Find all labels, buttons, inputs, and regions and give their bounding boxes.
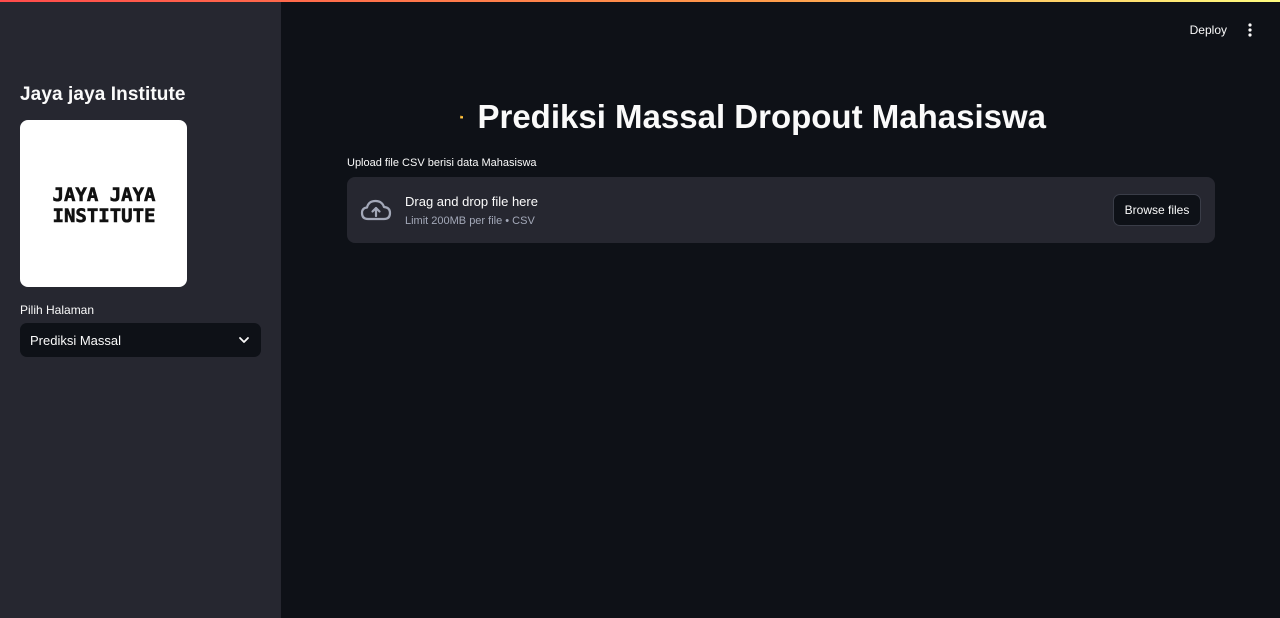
page-title: Prediksi Massal Dropout Mahasiswa xyxy=(477,98,1046,135)
jaya-jaya-institute-logo: JAYA JAYA INSTITUTE xyxy=(44,181,163,226)
main-menu-button[interactable] xyxy=(1240,20,1260,40)
page-heading: Prediksi Massal Dropout Mahasiswa xyxy=(460,98,1046,136)
chevron-down-icon xyxy=(239,337,249,343)
institute-logo: JAYA JAYA INSTITUTE xyxy=(20,120,187,287)
upload-label: Upload file CSV berisi data Mahasiswa xyxy=(347,157,537,169)
browse-files-button[interactable]: Browse files xyxy=(1113,194,1201,226)
sidebar-title: Jaya jaya Institute xyxy=(20,84,186,105)
page-select-label: Pilih Halaman xyxy=(20,303,95,317)
logo-line-2: INSTITUTE xyxy=(52,205,155,226)
dropzone-limit-text: Limit 200MB per file • CSV xyxy=(405,215,535,227)
deploy-button[interactable]: Deploy xyxy=(1190,20,1227,40)
dropzone-instructions: Drag and drop file here xyxy=(405,194,538,209)
vertical-dots-icon xyxy=(1248,23,1252,37)
logo-line-1: JAYA JAYA xyxy=(52,184,156,206)
main-content: Deploy Prediksi Massal Dropout Mahasiswa… xyxy=(281,0,1280,618)
page-select[interactable]: Prediksi Massal xyxy=(20,323,261,357)
file-dropzone[interactable]: Drag and drop file here Limit 200MB per … xyxy=(347,177,1215,243)
top-decoration-bar xyxy=(0,0,1280,2)
page-select-value: Prediksi Massal xyxy=(30,332,122,348)
sidebar: Jaya jaya Institute JAYA JAYA INSTITUTE … xyxy=(0,0,281,618)
open-folder-icon xyxy=(460,115,464,119)
cloud-upload-icon xyxy=(360,199,392,221)
